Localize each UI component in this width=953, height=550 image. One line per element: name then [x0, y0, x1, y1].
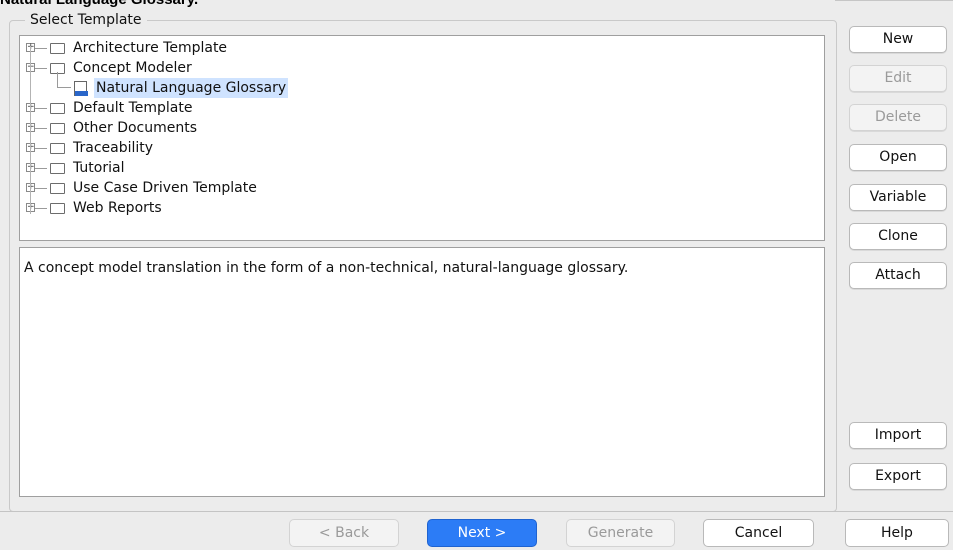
folder-icon: [50, 203, 65, 214]
help-button[interactable]: Help: [845, 519, 949, 547]
next-button[interactable]: Next >: [427, 519, 537, 547]
tree-item-natural-language-glossary[interactable]: Natural Language Glossary: [20, 78, 820, 98]
open-button[interactable]: Open: [849, 144, 947, 171]
tree-item-architecture-template[interactable]: + Architecture Template: [20, 38, 820, 58]
tree-item-other-documents[interactable]: + Other Documents: [20, 118, 820, 138]
cancel-button[interactable]: Cancel: [703, 519, 814, 547]
folder-icon: [50, 183, 65, 194]
template-tree[interactable]: + Architecture Template − Concept Modele…: [19, 35, 825, 241]
tree-item-label: Architecture Template: [73, 40, 228, 56]
html-file-icon: [74, 81, 88, 96]
new-button[interactable]: New: [849, 26, 947, 53]
tree-item-label: Web Reports: [73, 200, 162, 216]
tree-item-label: Tutorial: [73, 160, 125, 176]
description-text: A concept model translation in the form …: [24, 260, 629, 276]
tree-item-label: Natural Language Glossary: [94, 78, 289, 98]
footer-divider: [0, 511, 953, 512]
window-title: Natural Language Glossary.: [0, 0, 198, 8]
tree-item-tutorial[interactable]: + Tutorial: [20, 158, 820, 178]
tree-item-label: Other Documents: [73, 120, 198, 136]
tree-item-label: Concept Modeler: [73, 60, 192, 76]
tree-item-use-case-driven-template[interactable]: + Use Case Driven Template: [20, 178, 820, 198]
tree-item-label: Traceability: [73, 140, 154, 156]
tree-item-web-reports[interactable]: + Web Reports: [20, 198, 820, 218]
variable-button[interactable]: Variable: [849, 184, 947, 211]
edit-button[interactable]: Edit: [849, 65, 947, 92]
attach-button[interactable]: Attach: [849, 262, 947, 289]
template-description: A concept model translation in the form …: [19, 247, 825, 497]
group-legend: Select Template: [25, 12, 147, 29]
tree-item-traceability[interactable]: + Traceability: [20, 138, 820, 158]
title-divider: [835, 0, 953, 1]
import-button[interactable]: Import: [849, 422, 947, 449]
folder-icon: [50, 43, 65, 54]
delete-button[interactable]: Delete: [849, 104, 947, 131]
folder-icon: [50, 103, 65, 114]
clone-button[interactable]: Clone: [849, 223, 947, 250]
tree-item-label: Default Template: [73, 100, 193, 116]
tree-item-default-template[interactable]: + Default Template: [20, 98, 820, 118]
back-button[interactable]: < Back: [289, 519, 399, 547]
tree-item-concept-modeler[interactable]: − Concept Modeler: [20, 58, 820, 78]
export-button[interactable]: Export: [849, 463, 947, 490]
folder-icon: [50, 163, 65, 174]
tree-item-label: Use Case Driven Template: [73, 180, 257, 196]
generate-button[interactable]: Generate: [566, 519, 675, 547]
folder-icon: [50, 143, 65, 154]
folder-icon: [50, 123, 65, 134]
